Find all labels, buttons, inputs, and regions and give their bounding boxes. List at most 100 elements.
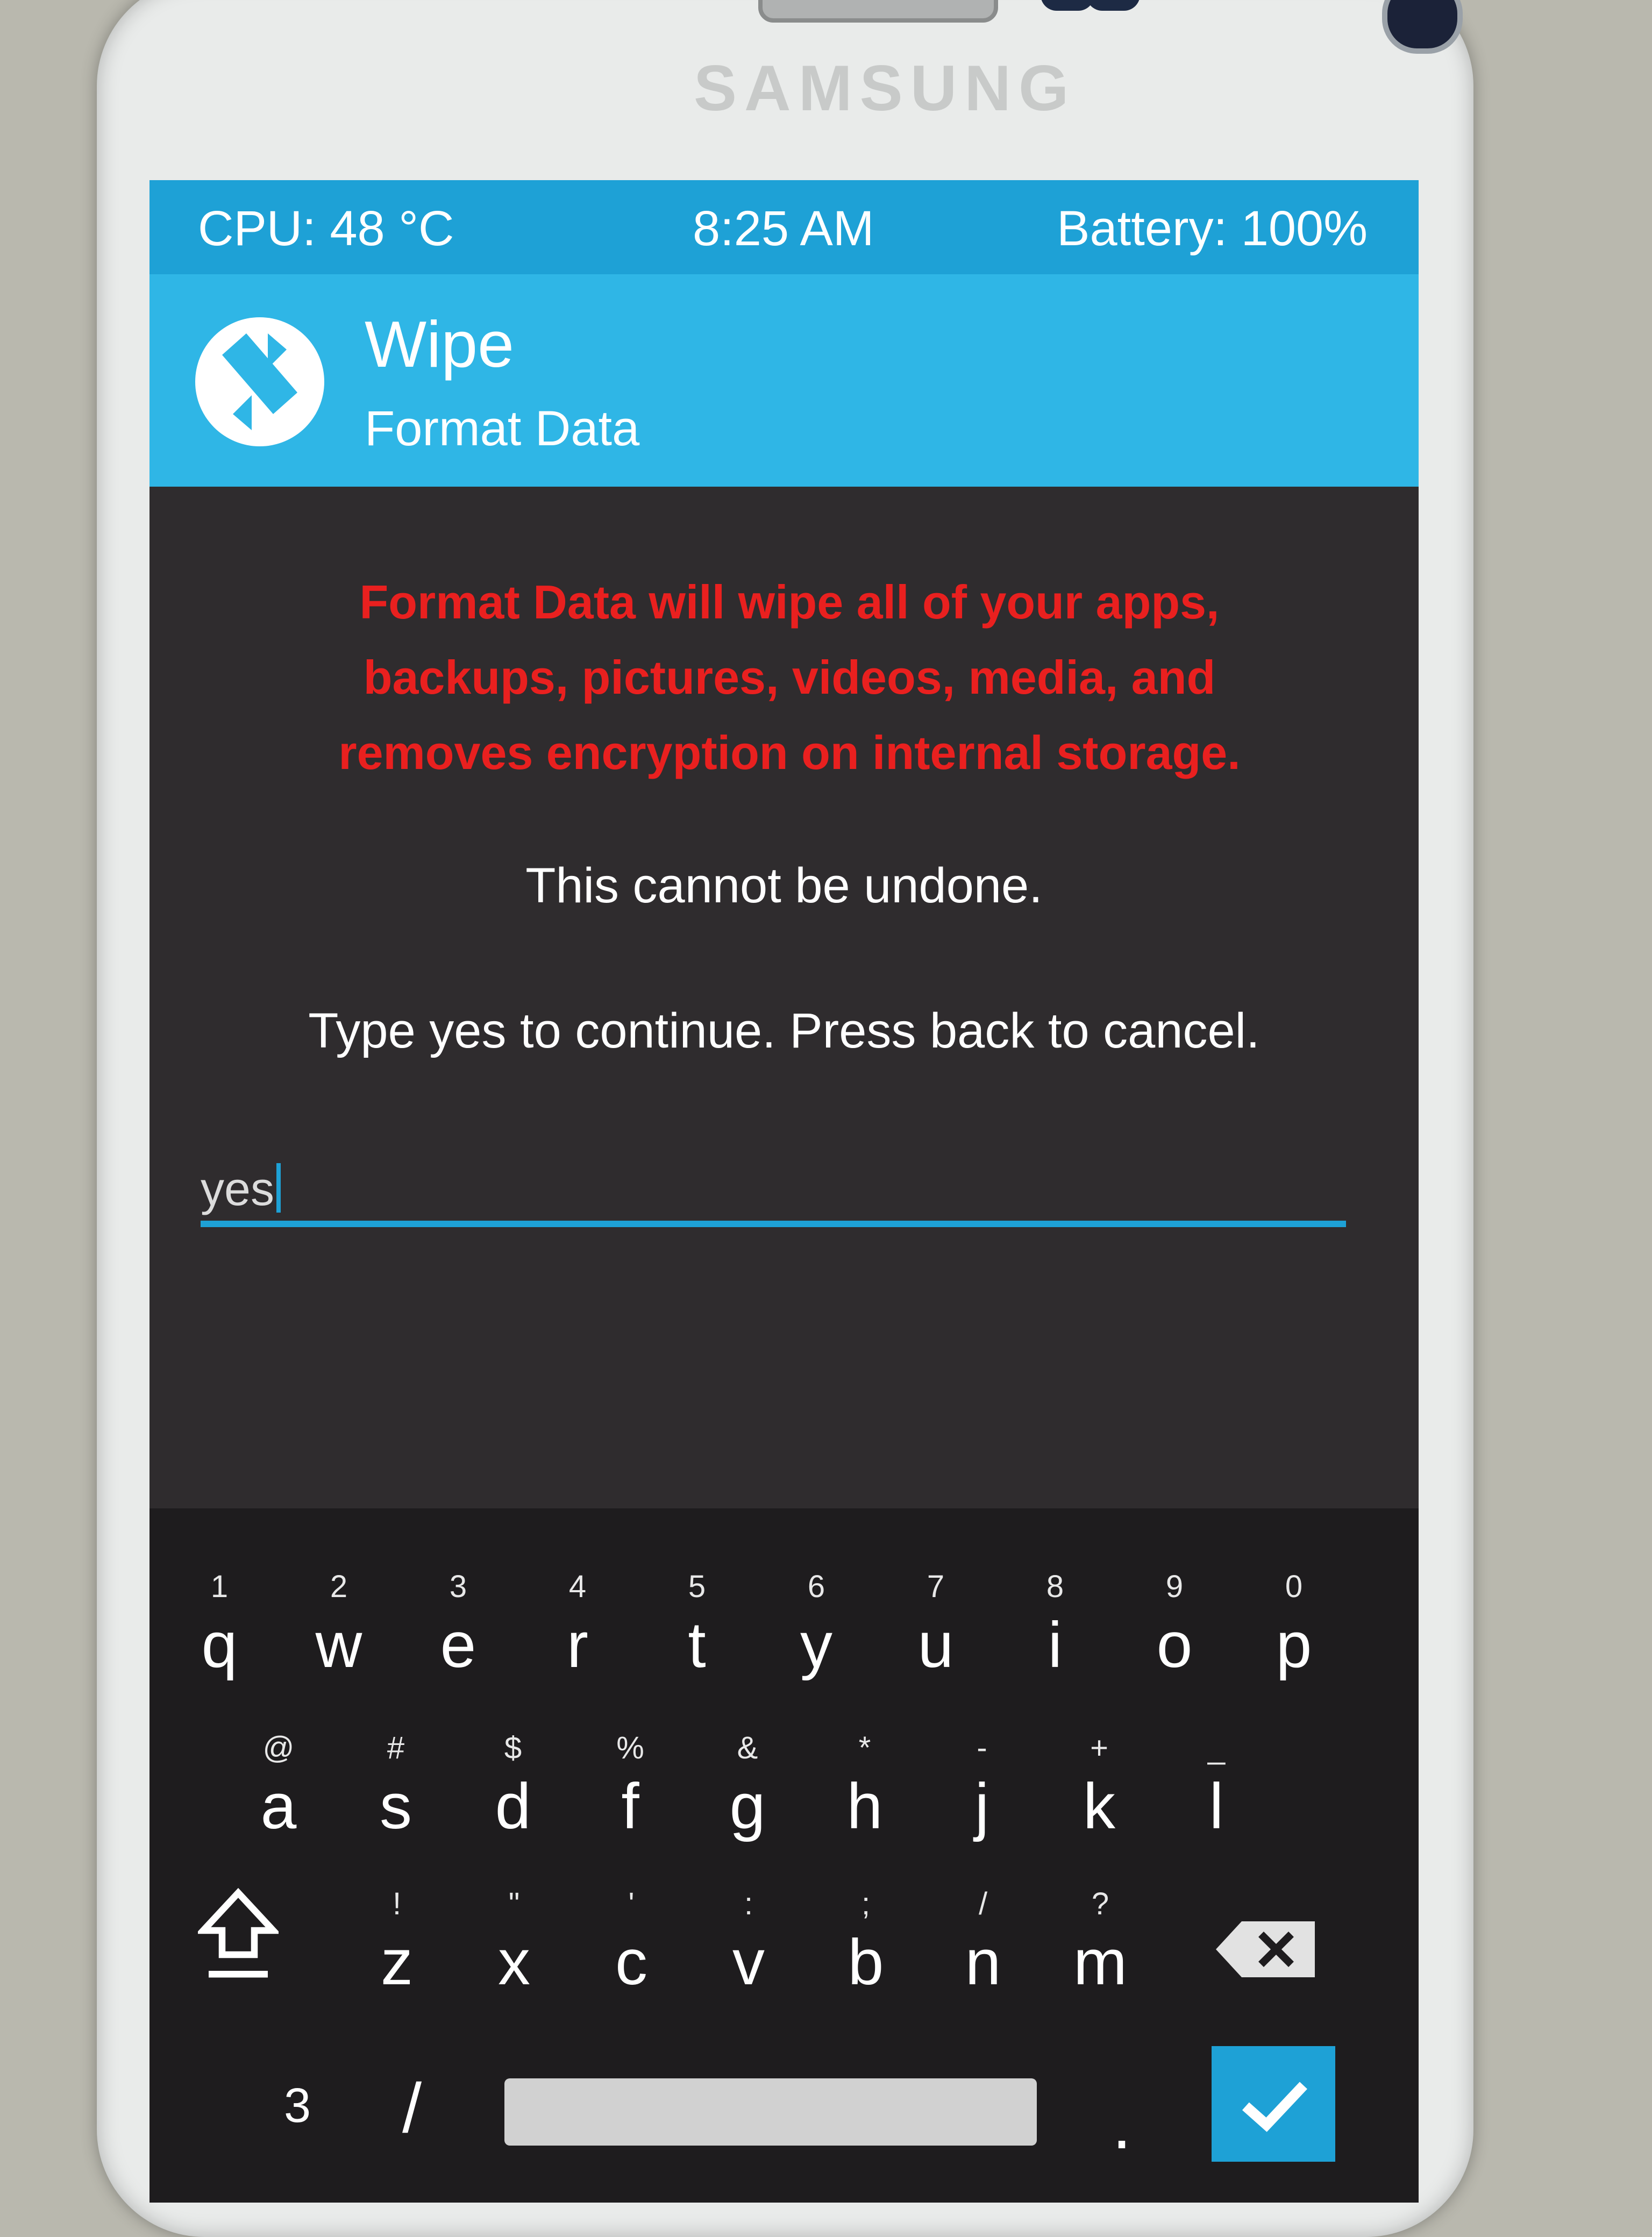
key-period[interactable]: . — [1112, 2084, 1131, 2164]
key-label: i — [1048, 1609, 1063, 1681]
clock: 8:25 AM — [693, 201, 874, 256]
key-s[interactable]: # s — [342, 1723, 450, 1858]
key-alt-label: * — [858, 1730, 871, 1765]
key-label: f — [621, 1770, 639, 1842]
key-label: z — [381, 1926, 413, 1998]
shift-icon[interactable] — [198, 1885, 279, 1992]
key-label: j — [974, 1770, 989, 1842]
brand-logo: SAMSUNG — [694, 52, 1077, 124]
cpu-temp: CPU: 48 °C — [198, 201, 454, 256]
key-z[interactable]: ! z — [343, 1879, 451, 2014]
screen: CPU: 48 °C 8:25 AM Battery: 100% Wipe Fo… — [149, 180, 1419, 2203]
key-label: u — [917, 1609, 954, 1681]
key-alt-label: $ — [504, 1730, 522, 1765]
key-x[interactable]: " x — [460, 1879, 568, 2014]
battery-level: Battery: 100% — [1057, 201, 1368, 256]
key-label: t — [688, 1609, 706, 1681]
key-v[interactable]: :v — [695, 1879, 802, 2014]
backspace-icon[interactable] — [1212, 1917, 1319, 1982]
key-j[interactable]: -j — [928, 1723, 1036, 1858]
key-alt-label: - — [977, 1730, 987, 1765]
key-label: v — [732, 1926, 765, 1998]
key-n[interactable]: / n — [929, 1879, 1037, 2014]
key-number-mode[interactable]: 3 — [284, 2078, 311, 2134]
key-alt-label: 8 — [1046, 1569, 1064, 1604]
key-label: a — [260, 1770, 297, 1842]
confirm-input-value: yes — [201, 1162, 274, 1215]
front-camera — [1382, 0, 1463, 54]
key-alt-label: ? — [1091, 1886, 1109, 1921]
keyboard: 1q2w3e4r5t6y7u8i9o0p @ a # s $ d% f & g * h - j + k _ l … — [149, 1508, 1419, 2203]
key-label: h — [846, 1770, 883, 1842]
prompt-text: Type yes to continue. Press back to canc… — [308, 1003, 1260, 1058]
key-alt-label: ! — [392, 1886, 402, 1921]
status-bar: CPU: 48 °C 8:25 AM Battery: 100% — [149, 180, 1419, 274]
key-l[interactable]: _ l — [1163, 1723, 1270, 1858]
key-alt-label: 9 — [1165, 1569, 1184, 1604]
key-alt-label: 0 — [1285, 1569, 1303, 1604]
key-i[interactable]: 8i — [1001, 1562, 1109, 1697]
key-label: c — [615, 1926, 647, 1998]
key-alt-label: 3 — [449, 1569, 467, 1604]
key-alt-label: @ — [262, 1730, 295, 1765]
key-slash[interactable]: / — [402, 2068, 422, 2148]
key-label: o — [1156, 1609, 1193, 1681]
key-alt-label: + — [1090, 1730, 1108, 1765]
key-alt-label: % — [616, 1730, 644, 1765]
page-subtitle: Format Data — [365, 401, 640, 456]
key-r[interactable]: 4r — [524, 1562, 631, 1697]
earpiece — [758, 0, 998, 23]
page-title: Wipe — [365, 308, 514, 381]
checkmark-icon — [1242, 2082, 1307, 2132]
key-c[interactable]: ' c — [578, 1879, 685, 2014]
key-b[interactable]: ; b — [812, 1879, 920, 2014]
key-alt-label: 7 — [927, 1569, 945, 1604]
key-label: m — [1073, 1926, 1127, 1998]
key-alt-label: 5 — [688, 1569, 706, 1604]
key-label: e — [440, 1609, 476, 1681]
text-caret — [276, 1163, 281, 1213]
undone-text: This cannot be undone. — [525, 858, 1043, 913]
light-sensor — [1086, 0, 1140, 11]
key-label: p — [1276, 1609, 1312, 1681]
key-space[interactable] — [504, 2078, 1037, 2146]
warning-text: Format Data will wipe all of your apps, … — [338, 575, 1241, 779]
key-label: y — [800, 1609, 832, 1681]
key-h[interactable]: * h — [811, 1723, 918, 1858]
key-e[interactable]: 3e — [404, 1562, 512, 1697]
key-label: s — [380, 1770, 412, 1842]
confirm-input[interactable]: yes — [201, 1145, 1346, 1227]
key-alt-label: 4 — [568, 1569, 587, 1604]
key-enter[interactable] — [1212, 2046, 1335, 2162]
key-label: d — [495, 1770, 531, 1842]
twrp-logo-icon — [195, 317, 324, 446]
key-m[interactable]: ? m — [1046, 1879, 1154, 2014]
key-label: b — [848, 1926, 884, 1998]
key-q[interactable]: 1q — [166, 1562, 273, 1697]
key-g[interactable]: & g — [694, 1723, 801, 1858]
key-alt-label: & — [737, 1730, 758, 1765]
key-label: n — [965, 1926, 1001, 1998]
key-w[interactable]: 2w — [285, 1562, 393, 1697]
key-alt-label: 6 — [807, 1569, 825, 1604]
key-alt-label: _ — [1207, 1730, 1226, 1765]
key-alt-label: 2 — [330, 1569, 348, 1604]
page-header: Wipe Format Data — [149, 274, 1419, 487]
key-label: w — [315, 1609, 362, 1681]
key-d[interactable]: $ d — [459, 1723, 567, 1858]
key-label: k — [1083, 1770, 1115, 1842]
key-alt-label: " — [508, 1886, 520, 1921]
key-alt-label: # — [387, 1730, 405, 1765]
key-k[interactable]: + k — [1045, 1723, 1153, 1858]
key-y[interactable]: 6y — [763, 1562, 870, 1697]
key-a[interactable]: @ a — [225, 1723, 332, 1858]
key-alt-label: / — [978, 1886, 988, 1921]
key-label: r — [567, 1609, 588, 1681]
key-o[interactable]: 9o — [1121, 1562, 1228, 1697]
key-p[interactable]: 0p — [1240, 1562, 1348, 1697]
key-alt-label: ' — [628, 1886, 635, 1921]
key-u[interactable]: 7u — [882, 1562, 989, 1697]
key-t[interactable]: 5t — [643, 1562, 751, 1697]
key-f[interactable]: % f — [576, 1723, 684, 1858]
key-alt-label: 1 — [210, 1569, 229, 1604]
